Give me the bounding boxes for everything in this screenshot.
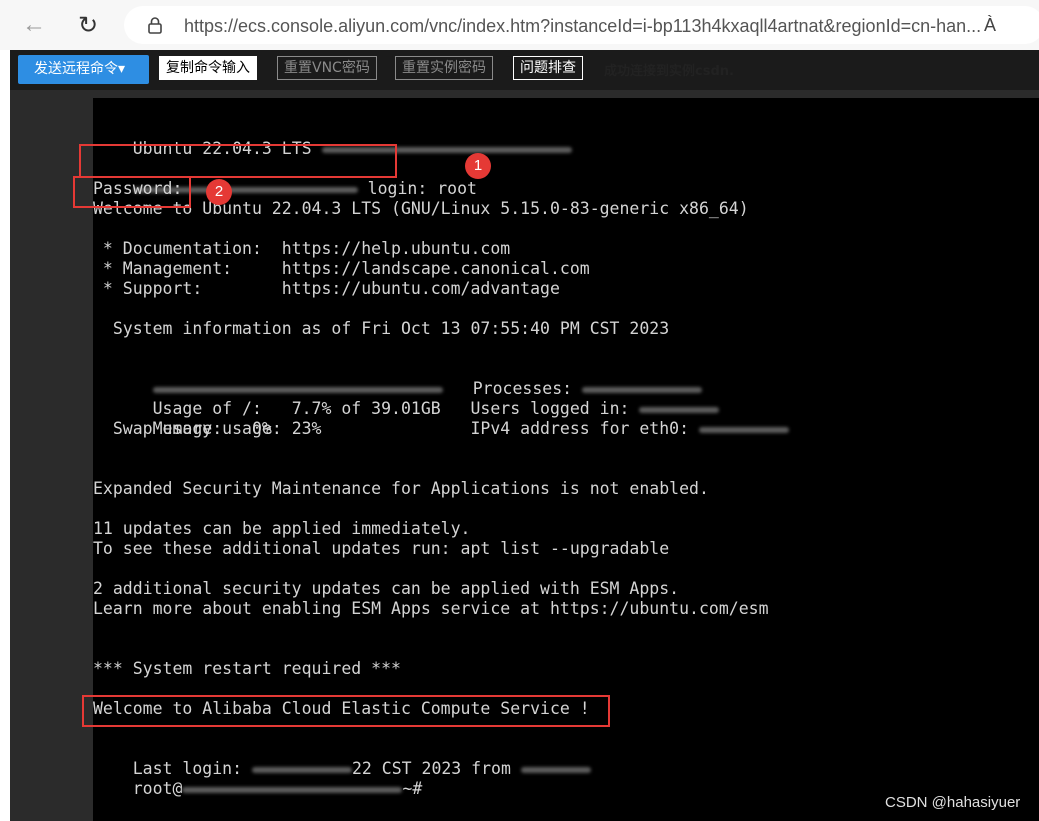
browser-address-bar: ← ↻ https://ecs.console.aliyun.com/vnc/i… xyxy=(0,0,1039,50)
redacted-text xyxy=(182,786,403,793)
terminal-line: * Documentation: https://help.ubuntu.com xyxy=(93,239,511,258)
reset-vnc-password-button[interactable]: 重置VNC密码 xyxy=(277,56,377,80)
terminal-line: To see these additional updates run: apt… xyxy=(93,539,670,558)
terminal-line: Learn more about enabling ESM Apps servi… xyxy=(93,599,769,618)
step-1-marker: 1 xyxy=(465,153,491,179)
connection-status: 成功连接到实例csdn. xyxy=(604,64,734,79)
password-highlight-box xyxy=(73,176,191,208)
terminal-line: Swap usage: 0% xyxy=(93,419,272,438)
terminal-line: Welcome to Ubuntu 22.04.3 LTS (GNU/Linux… xyxy=(93,199,749,218)
terminal-line: * Support: https://ubuntu.com/advantage xyxy=(93,279,560,298)
url-field[interactable]: https://ecs.console.aliyun.com/vnc/index… xyxy=(124,6,1039,44)
terminal-line: System information as of Fri Oct 13 07:5… xyxy=(93,319,670,338)
reset-instance-password-button[interactable]: 重置实例密码 xyxy=(395,56,493,80)
watermark: CSDN @hahasiyuer xyxy=(885,794,1021,811)
troubleshoot-button[interactable]: 问题排查 xyxy=(513,56,583,80)
vnc-toolbar: 发送远程命令▾ 复制命令输入 重置VNC密码 重置实例密码 问题排查 成功连接到… xyxy=(10,50,1039,90)
terminal-line: root@ ~# xyxy=(132,779,423,798)
terminal-line: 11 updates can be applied immediately. xyxy=(93,519,471,538)
back-arrow-icon[interactable]: ← xyxy=(18,9,50,41)
url-text: https://ecs.console.aliyun.com/vnc/index… xyxy=(184,16,982,36)
terminal-line: Expanded Security Maintenance for Applic… xyxy=(93,479,709,498)
terminal-line: *** System restart required *** xyxy=(93,659,401,678)
send-remote-command-button[interactable]: 发送远程命令▾ xyxy=(18,55,149,84)
redacted-text xyxy=(698,426,789,433)
read-aloud-icon[interactable]: À xyxy=(984,15,996,36)
reload-icon[interactable]: ↻ xyxy=(72,9,104,41)
terminal-line: * Management: https://landscape.canonica… xyxy=(93,259,590,278)
lock-icon[interactable] xyxy=(146,16,164,34)
step-2-marker: 2 xyxy=(206,179,232,205)
login-highlight-box xyxy=(79,144,397,178)
copy-command-input-button[interactable]: 复制命令输入 xyxy=(159,56,257,80)
redacted-text xyxy=(520,766,591,773)
terminal-line: 2 additional security updates can be app… xyxy=(93,579,680,598)
vnc-top-margin xyxy=(93,90,1039,98)
welcome-highlight-box xyxy=(82,695,610,727)
